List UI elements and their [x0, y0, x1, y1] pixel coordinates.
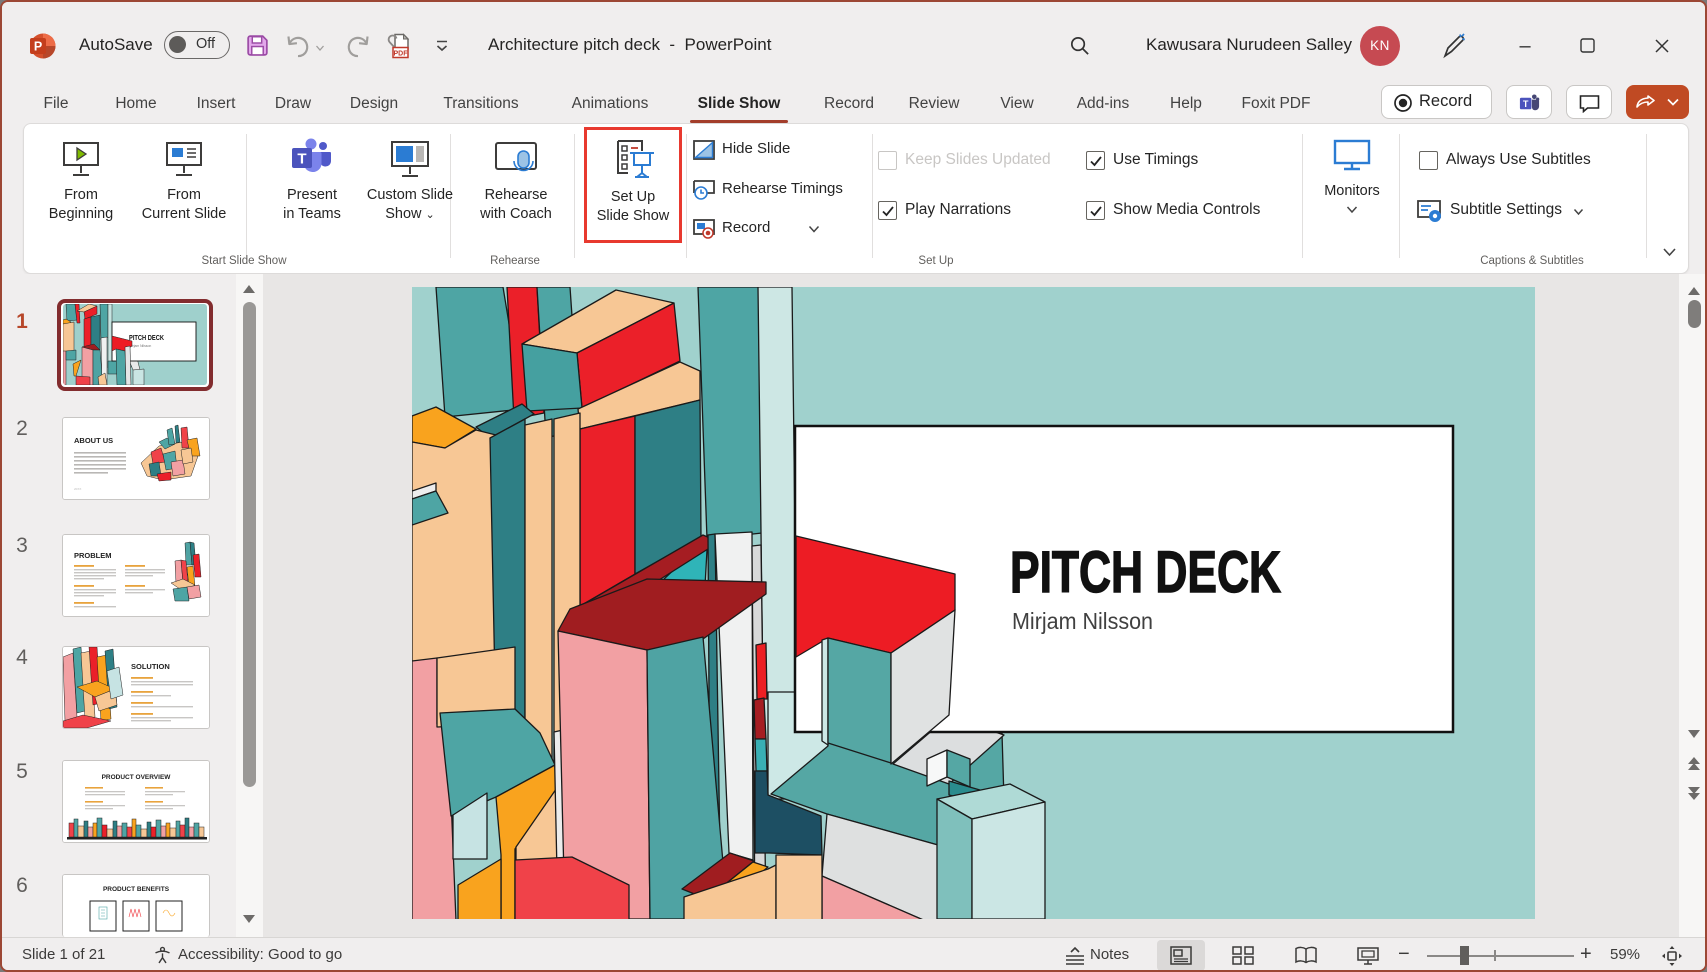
svg-text:T: T	[297, 151, 306, 168]
svg-text:PROBLEM: PROBLEM	[74, 551, 112, 560]
svg-text:Mirjam Nilsson: Mirjam Nilsson	[129, 344, 151, 348]
svg-text:PRODUCT BENEFITS: PRODUCT BENEFITS	[103, 886, 170, 893]
svg-text:PDF: PDF	[394, 51, 409, 58]
svg-text:P: P	[34, 40, 42, 54]
svg-text:ABOUT US: ABOUT US	[74, 436, 113, 445]
svg-text:Mirjam Nilsson: Mirjam Nilsson	[1012, 608, 1153, 634]
svg-text:PITCH DECK: PITCH DECK	[129, 335, 164, 342]
svg-text:PRODUCT OVERVIEW: PRODUCT OVERVIEW	[102, 774, 172, 781]
svg-text:PITCH DECK: PITCH DECK	[1010, 540, 1281, 605]
svg-text:SOLUTION: SOLUTION	[131, 662, 170, 671]
svg-text:20XX: 20XX	[74, 487, 81, 491]
